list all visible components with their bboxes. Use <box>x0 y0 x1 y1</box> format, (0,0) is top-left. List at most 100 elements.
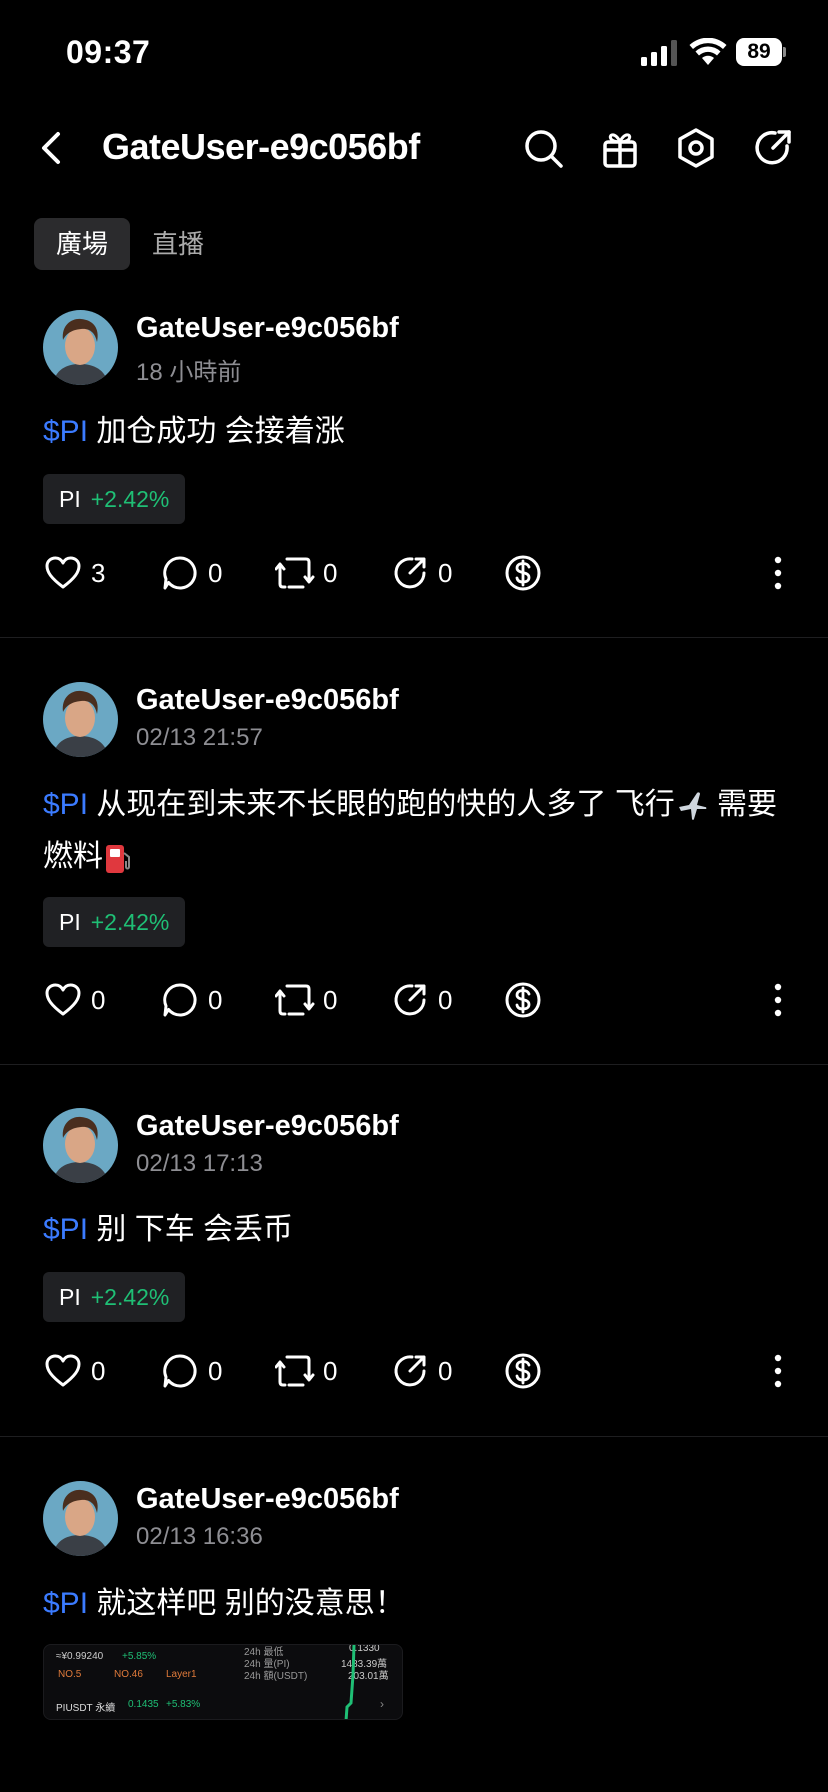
chip-change: +2.42% <box>90 908 170 935</box>
share-count: 0 <box>438 557 453 588</box>
ticker-chip[interactable]: PI +2.42% <box>43 1272 186 1322</box>
nav-bar: GateUser-e9c056bf <box>0 110 828 186</box>
post-card[interactable]: GateUser-e9c056bf 02/13 17:13 $PI 别 下车 会… <box>0 1066 828 1437</box>
repost-icon <box>275 557 315 589</box>
share-icon[interactable] <box>751 126 795 170</box>
post-card[interactable]: GateUser-e9c056bf 02/13 16:36 $PI 就这样吧 别… <box>0 1438 828 1792</box>
comment-count: 0 <box>208 557 223 588</box>
more-icon[interactable] <box>768 1351 788 1391</box>
tip-button[interactable] <box>503 975 543 1025</box>
dollar-icon <box>505 555 541 591</box>
comment-icon <box>163 983 197 1017</box>
preview-price-change: +5.85% <box>122 1651 157 1662</box>
post-content: $PI 就这样吧 别的没意思！ <box>43 1578 788 1630</box>
repost-count: 0 <box>323 557 338 588</box>
post-time: 02/13 16:36 <box>136 1523 263 1550</box>
comment-button[interactable]: 0 <box>160 548 222 598</box>
preview-pair-price: 0.1435 <box>128 1699 159 1710</box>
post-time: 18 小時前 <box>136 359 242 386</box>
post-text: 别 下车 会丢币 <box>88 1213 294 1246</box>
heart-icon <box>45 556 81 589</box>
ticker-link[interactable]: $PI <box>43 415 88 448</box>
like-button[interactable]: 0 <box>43 975 105 1025</box>
post-content: $PI 加仓成功 会接着涨 <box>43 406 788 458</box>
share-count: 0 <box>438 1355 453 1386</box>
repost-button[interactable]: 0 <box>275 548 337 598</box>
page-title: GateUser-e9c056bf <box>102 126 420 167</box>
avatar[interactable] <box>43 1481 118 1556</box>
like-button[interactable]: 0 <box>43 1346 105 1396</box>
dollar-icon <box>505 1353 541 1389</box>
share-icon <box>394 557 426 589</box>
author-name[interactable]: GateUser-e9c056bf <box>136 684 399 717</box>
repost-count: 0 <box>323 1355 338 1386</box>
post-time: 02/13 21:57 <box>136 724 263 751</box>
tab-live[interactable]: 直播 <box>130 218 226 270</box>
comment-button[interactable]: 0 <box>160 1346 222 1396</box>
tab-square[interactable]: 廣場 <box>34 218 131 270</box>
settings-icon[interactable] <box>674 126 718 170</box>
like-count: 0 <box>91 1355 106 1386</box>
post-text: 从现在到未来不长眼的跑的快的人多了 飞行 <box>88 788 675 821</box>
post-content: $PI 别 下车 会丢币 <box>43 1204 788 1256</box>
comment-button[interactable]: 0 <box>160 975 222 1025</box>
avatar[interactable] <box>43 310 118 385</box>
battery-icon: 89 <box>736 38 786 66</box>
share-button[interactable]: 0 <box>390 1346 452 1396</box>
repost-count: 0 <box>323 984 338 1015</box>
post-time: 02/13 17:13 <box>136 1150 263 1177</box>
post-actions: 0 0 0 0 <box>0 975 828 1025</box>
ticker-link[interactable]: $PI <box>43 1213 88 1246</box>
preview-rank-2: NO.46 <box>114 1669 143 1680</box>
status-bar: 09:37 89 <box>0 0 828 100</box>
post-actions: 0 0 0 0 <box>0 1346 828 1396</box>
gift-icon[interactable] <box>598 126 642 170</box>
search-icon[interactable] <box>521 126 565 170</box>
author-name[interactable]: GateUser-e9c056bf <box>136 1110 399 1143</box>
repost-button[interactable]: 0 <box>275 1346 337 1396</box>
image-preview[interactable]: ≈¥0.99240 +5.85% NO.5 NO.46 Layer1 24h 最… <box>43 1644 403 1720</box>
post-content: $PI 从现在到未来不长眼的跑的快的人多了 飞行 需要燃料 <box>43 779 788 883</box>
preview-sparkline <box>344 1645 356 1719</box>
cellular-signal-icon <box>641 40 677 66</box>
ticker-link[interactable]: $PI <box>43 1587 88 1620</box>
repost-button[interactable]: 0 <box>275 975 337 1025</box>
tab-bar: 廣場 直播 <box>34 218 226 270</box>
post-text: 就这样吧 别的没意思！ <box>88 1587 405 1620</box>
share-icon <box>394 984 426 1016</box>
chip-symbol: PI <box>59 1283 81 1310</box>
preview-rank-1: NO.5 <box>58 1669 82 1680</box>
post-card[interactable]: GateUser-e9c056bf 18 小時前 $PI 加仓成功 会接着涨 P… <box>0 282 828 638</box>
post-card[interactable]: GateUser-e9c056bf 02/13 21:57 $PI 从现在到未来… <box>0 639 828 1065</box>
share-button[interactable]: 0 <box>390 975 452 1025</box>
heart-icon <box>45 1354 81 1387</box>
wifi-icon <box>689 38 727 65</box>
like-button[interactable]: 3 <box>43 548 105 598</box>
preview-tag: Layer1 <box>166 1669 197 1680</box>
chevron-right-icon: › <box>380 1697 384 1711</box>
preview-pair: PIUSDT 永續 <box>56 1703 116 1714</box>
share-count: 0 <box>438 984 453 1015</box>
ticker-chip[interactable]: PI +2.42% <box>43 474 186 524</box>
tip-button[interactable] <box>503 548 543 598</box>
chip-symbol: PI <box>59 485 81 512</box>
fuel-pump-emoji-icon <box>106 845 130 874</box>
chip-change: +2.42% <box>90 1283 170 1310</box>
tip-button[interactable] <box>503 1346 543 1396</box>
ticker-link[interactable]: $PI <box>43 788 88 821</box>
avatar[interactable] <box>43 1108 118 1183</box>
like-count: 0 <box>91 984 106 1015</box>
preview-row3-label: 24h 額(USDT) <box>244 1671 308 1682</box>
more-icon[interactable] <box>768 980 788 1020</box>
author-name[interactable]: GateUser-e9c056bf <box>136 1483 399 1516</box>
author-name[interactable]: GateUser-e9c056bf <box>136 312 399 345</box>
post-text: 加仓成功 会接着涨 <box>88 415 345 448</box>
repost-icon <box>275 1355 315 1387</box>
more-icon[interactable] <box>768 553 788 593</box>
comment-icon <box>163 556 197 590</box>
status-time: 09:37 <box>66 34 151 70</box>
ticker-chip[interactable]: PI +2.42% <box>43 897 186 947</box>
back-icon[interactable] <box>34 128 70 168</box>
share-button[interactable]: 0 <box>390 548 452 598</box>
avatar[interactable] <box>43 682 118 757</box>
